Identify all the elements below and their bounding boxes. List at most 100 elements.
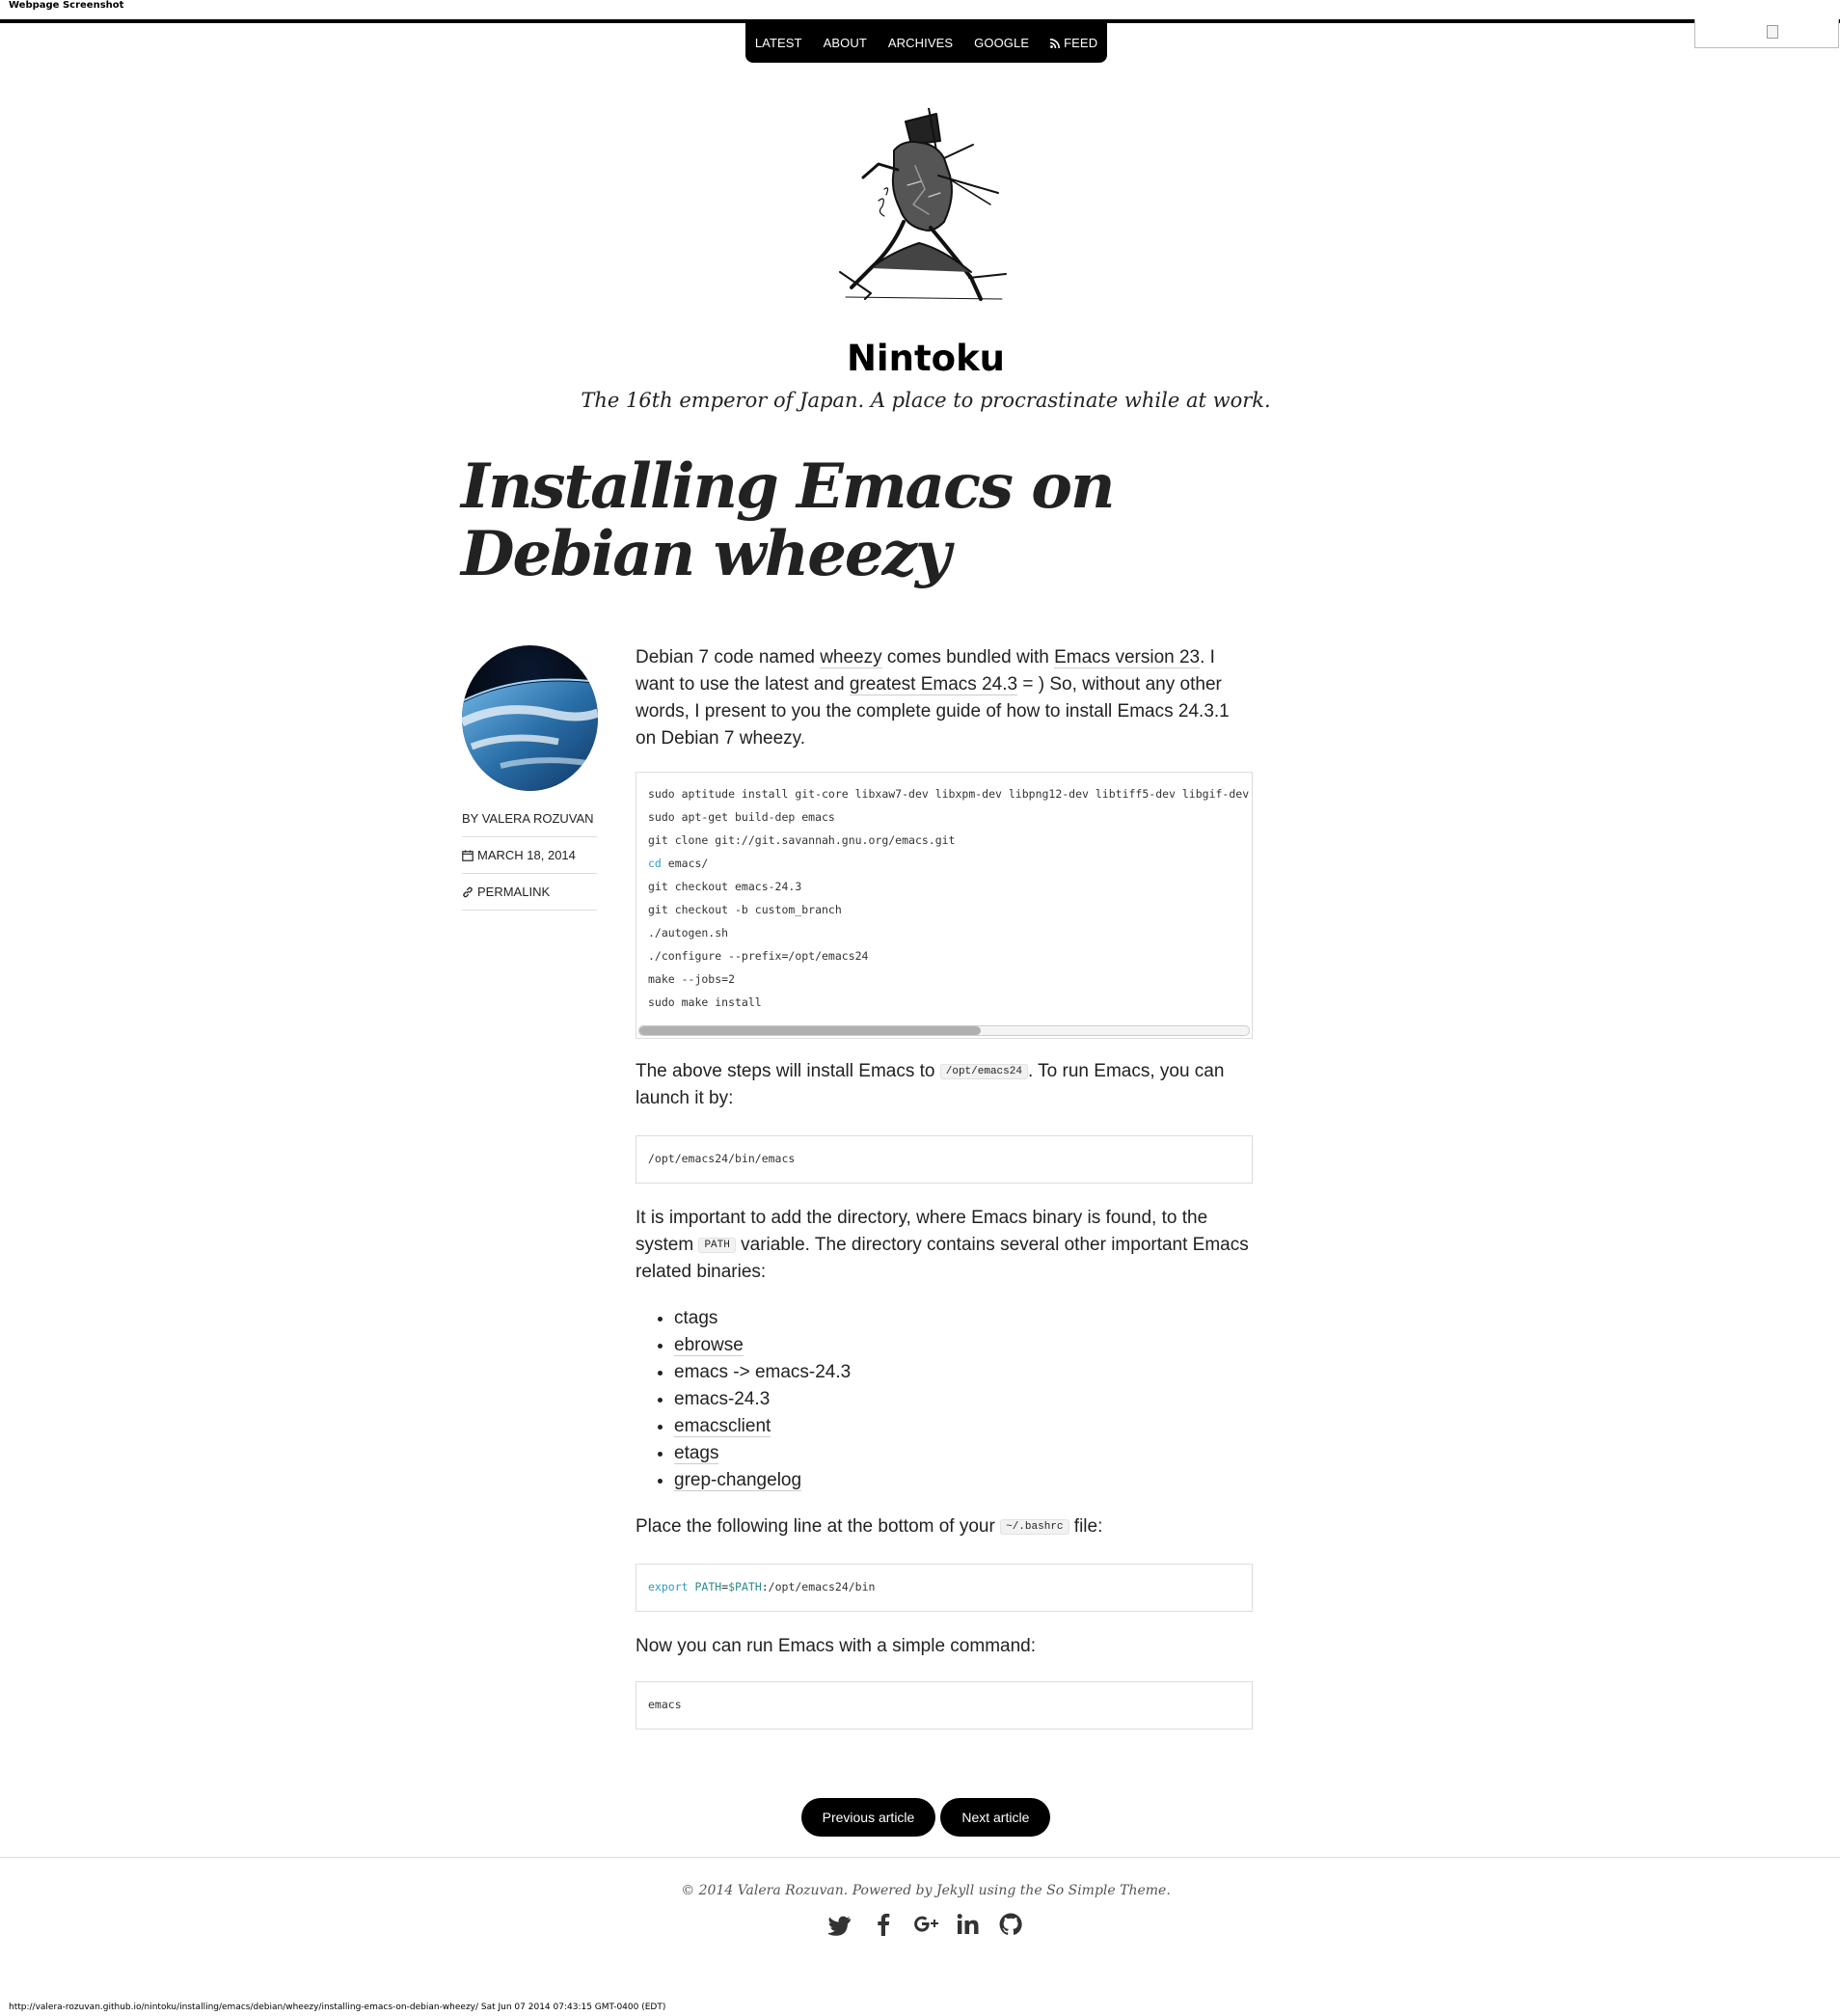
social-links: [0, 1912, 1840, 1937]
link-emacs-version-23[interactable]: Emacs version 23: [1054, 647, 1201, 668]
nav-feed[interactable]: Feed: [1040, 36, 1108, 50]
copyright-text-2: using the: [974, 1883, 1047, 1898]
code-cd-arg: emacs/: [667, 857, 709, 870]
date-line: March 18, 2014: [462, 837, 597, 874]
github-link[interactable]: [998, 1912, 1023, 1937]
author-avatar: [462, 645, 598, 791]
binary-emacs-24-3: emacs-24.3: [674, 1389, 771, 1410]
link-greatest-emacs[interactable]: greatest Emacs 24.3: [849, 674, 1018, 695]
code-line: git checkout -b custom_branch: [648, 903, 842, 916]
link-emacsclient[interactable]: emacsclient: [674, 1416, 771, 1438]
link-wheezy[interactable]: wheezy: [820, 647, 882, 668]
author-line: By Valera Rozuvan: [462, 801, 597, 837]
twitter-link[interactable]: [826, 1912, 853, 1937]
code-block-export[interactable]: export PATH=$PATH:/opt/emacs24/bin: [636, 1564, 1253, 1613]
code-line: sudo apt-get build-dep emacs: [648, 810, 835, 824]
next-article-button[interactable]: Next article: [940, 1798, 1051, 1837]
p2-text-1: The above steps will install Emacs to: [636, 1061, 940, 1082]
p4-text-2: file:: [1069, 1516, 1103, 1538]
code-block-install[interactable]: sudo aptitude install git-core libxaw7-d…: [636, 772, 1253, 1039]
facebook-icon: [878, 1913, 890, 1936]
permalink-line: Permalink: [462, 874, 597, 911]
permalink-link[interactable]: Permalink: [477, 874, 550, 910]
page-url-footer: http://valera-rozuvan.github.io/nintoku/…: [9, 2002, 666, 2012]
google-plus-icon: [914, 1916, 938, 1932]
post-date: March 18, 2014: [477, 848, 576, 862]
code-rest: :/opt/emacs24/bin: [761, 1580, 876, 1594]
code-line: ./autogen.sh: [648, 926, 729, 940]
nav-latest[interactable]: Latest: [744, 36, 813, 50]
copyright-text-3: .: [1166, 1883, 1171, 1898]
rss-icon: [1050, 38, 1061, 48]
code-keyword-export: export: [648, 1580, 689, 1594]
post-meta: By Valera Rozuvan March 18, 2014 Permali…: [462, 801, 597, 911]
previous-article-button[interactable]: Previous article: [800, 1798, 936, 1837]
inline-code-path: PATH: [698, 1238, 736, 1254]
code-keyword-cd: cd: [648, 857, 662, 870]
link-icon: [463, 886, 473, 897]
code-line: ./configure --prefix=/opt/emacs24: [648, 949, 869, 963]
nav-about[interactable]: About: [813, 36, 878, 50]
intro-text-1: Debian 7 code named: [636, 647, 821, 667]
article-pager: Previous article Next article: [0, 1798, 1840, 1837]
list-item: emacs-24.3: [674, 1386, 1253, 1413]
inline-code-bashrc: ~/.bashrc: [1000, 1519, 1069, 1536]
post-content: Debian 7 code named wheezy comes bundled…: [636, 644, 1253, 1730]
code-line: git clone git://git.savannah.gnu.org/ema…: [648, 833, 956, 847]
list-item: emacsclient: [674, 1413, 1253, 1440]
nav-google[interactable]: Google: [963, 36, 1040, 50]
calendar-icon: [462, 850, 474, 861]
linkedin-icon: [957, 1914, 979, 1934]
post-title: Installing Emacs on Debian wheezy: [461, 450, 1116, 590]
link-so-simple-theme[interactable]: So Simple Theme: [1046, 1883, 1166, 1898]
capture-label: Webpage Screenshot: [9, 0, 124, 11]
paragraph-run-command: Now you can run Emacs with a simple comm…: [636, 1636, 1036, 1657]
github-icon: [999, 1913, 1022, 1935]
link-grep-changelog[interactable]: grep-changelog: [674, 1470, 802, 1492]
site-description: The 16th emperor of Japan. A place to pr…: [581, 389, 1271, 412]
code-line: emacs: [648, 1698, 682, 1712]
twitter-icon: [826, 1916, 851, 1936]
author-name: By Valera Rozuvan: [462, 811, 594, 826]
code-line: make --jobs=2: [648, 972, 736, 986]
list-item: etags: [674, 1440, 1253, 1467]
link-etags[interactable]: etags: [674, 1443, 719, 1465]
code-line: git checkout emacs-24.3: [648, 880, 802, 893]
binary-ctags: ctags: [674, 1308, 718, 1329]
nav-feed-label: Feed: [1064, 36, 1098, 50]
code-var-ref: $PATH: [728, 1580, 762, 1594]
binaries-list: ctags ebrowse emacs -> emacs-24.3 emacs-…: [636, 1305, 1253, 1494]
top-navigation: Latest About Archives Google Feed: [745, 23, 1107, 63]
site-title[interactable]: Nintoku: [0, 338, 1840, 379]
link-ebrowse[interactable]: ebrowse: [674, 1335, 744, 1357]
code-line: cd emacs/: [636, 852, 1252, 875]
footer-divider: [0, 1857, 1840, 1858]
list-item: grep-changelog: [674, 1467, 1253, 1494]
intro-text-2: comes bundled with: [881, 647, 1055, 667]
list-item: ebrowse: [674, 1332, 1253, 1359]
footer-copyright: © 2014 Valera Rozuvan. Powered by Jekyll…: [0, 1883, 1840, 1898]
code-block-run[interactable]: /opt/emacs24/bin/emacs: [636, 1135, 1253, 1185]
binary-emacs-symlink: emacs -> emacs-24.3: [674, 1362, 852, 1383]
list-item: ctags: [674, 1305, 1253, 1332]
nav-archives[interactable]: Archives: [878, 36, 963, 50]
facebook-link[interactable]: [871, 1912, 896, 1937]
link-jekyll[interactable]: Jekyll: [936, 1883, 974, 1898]
google-plus-link[interactable]: [913, 1912, 938, 1937]
list-item: emacs -> emacs-24.3: [674, 1359, 1253, 1386]
copyright-text-1: © 2014 Valera Rozuvan. Powered by: [681, 1883, 936, 1898]
code-line: /opt/emacs24/bin/emacs: [648, 1152, 796, 1166]
linkedin-link[interactable]: [956, 1912, 981, 1937]
code-line: export PATH=$PATH:/opt/emacs24/bin: [636, 1565, 1252, 1609]
code-var-path: PATH: [694, 1580, 722, 1594]
inline-code-opt-emacs24: /opt/emacs24: [939, 1064, 1028, 1079]
code-horizontal-scrollbar[interactable]: [638, 1025, 1250, 1036]
intro-paragraph: Debian 7 code named wheezy comes bundled…: [636, 644, 1253, 752]
code-line: sudo aptitude install git-core libxaw7-d…: [648, 787, 1250, 801]
scrollbar-thumb[interactable]: [639, 1026, 981, 1035]
paragraph-path: It is important to add the directory, wh…: [636, 1205, 1253, 1286]
site-logo-samurai-drawing[interactable]: [836, 108, 1010, 306]
code-block-command[interactable]: emacs: [636, 1681, 1253, 1730]
p4-text-1: Place the following line at the bottom o…: [636, 1516, 1001, 1538]
broken-image-icon: [1694, 19, 1839, 48]
